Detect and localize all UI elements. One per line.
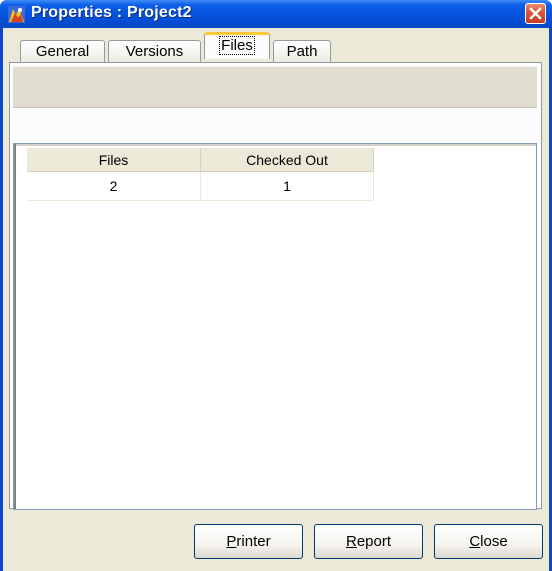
grid-inner-shadow-top xyxy=(14,144,536,146)
panel-toolbar-strip xyxy=(13,66,537,108)
table-row[interactable]: 2 1 xyxy=(27,171,374,201)
tab-label: Files xyxy=(219,36,255,55)
column-header-files[interactable]: Files xyxy=(27,148,201,172)
close-label: lose xyxy=(480,533,508,550)
close-icon xyxy=(529,7,542,20)
title-bar[interactable]: Properties : Project2 xyxy=(0,0,552,28)
tab-general[interactable]: General xyxy=(20,40,105,62)
window-title: Properties : Project2 xyxy=(31,4,192,21)
report-button[interactable]: Report xyxy=(314,524,423,559)
project-properties-icon xyxy=(8,6,25,23)
report-label: eport xyxy=(356,533,392,550)
printer-mnemonic: P xyxy=(226,533,237,550)
report-mnemonic: R xyxy=(345,533,357,550)
tab-path[interactable]: Path xyxy=(273,40,331,62)
files-table: Files Checked Out 2 1 xyxy=(27,148,374,201)
tab-files[interactable]: Files xyxy=(204,32,270,59)
tab-label: General xyxy=(35,43,90,60)
cell-files-count[interactable]: 2 xyxy=(27,171,201,201)
tab-label: Versions xyxy=(125,43,184,60)
close-window-button[interactable] xyxy=(525,3,546,24)
printer-button[interactable]: Printer xyxy=(194,524,303,559)
tab-versions[interactable]: Versions xyxy=(108,40,201,62)
printer-label: rinter xyxy=(236,533,271,550)
column-header-checked-out[interactable]: Checked Out xyxy=(200,148,374,172)
close-button[interactable]: Close xyxy=(434,524,543,559)
cell-checked-out-count[interactable]: 1 xyxy=(200,171,374,201)
tab-label: Path xyxy=(286,43,318,60)
grid-inner-shadow-left xyxy=(14,144,16,509)
properties-dialog: Properties : Project2 General Versions F… xyxy=(0,0,552,571)
close-mnemonic: C xyxy=(469,533,481,550)
